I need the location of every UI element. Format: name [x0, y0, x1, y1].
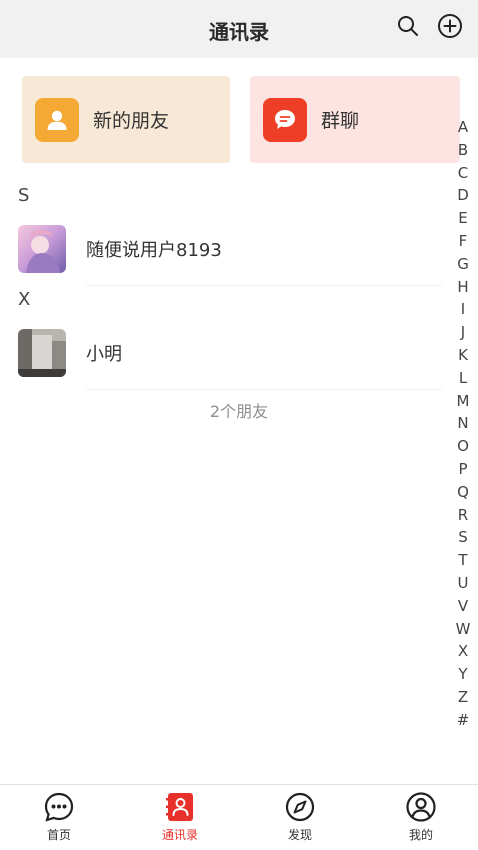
compass-icon [285, 792, 315, 822]
tab-home[interactable]: 首页 [24, 791, 94, 847]
index-letter[interactable]: N [452, 412, 474, 435]
index-letter[interactable]: I [452, 298, 474, 321]
divider [86, 285, 442, 286]
index-letter[interactable]: K [452, 344, 474, 367]
avatar [18, 329, 66, 377]
tab-label: 首页 [46, 828, 71, 842]
index-letter[interactable]: U [452, 572, 474, 595]
search-button[interactable] [394, 12, 422, 40]
index-letter[interactable]: D [452, 184, 474, 207]
index-letter[interactable]: T [452, 549, 474, 572]
index-letter[interactable]: C [452, 162, 474, 185]
index-letter[interactable]: W [452, 618, 474, 641]
index-letter[interactable]: M [452, 390, 474, 413]
group-chat-card[interactable]: 群聊 [250, 76, 460, 163]
index-letter[interactable]: G [452, 253, 474, 276]
index-letter[interactable]: H [452, 276, 474, 299]
index-letter[interactable]: S [452, 526, 474, 549]
person-icon [47, 110, 67, 130]
tab-contacts[interactable]: 通讯录 [145, 791, 215, 847]
index-letter[interactable]: X [452, 640, 474, 663]
index-letter[interactable]: A [452, 116, 474, 139]
index-letter[interactable]: J [452, 321, 474, 344]
section-header-x: X [18, 289, 31, 310]
index-letter[interactable]: Y [452, 663, 474, 686]
tab-label: 我的 [408, 828, 433, 842]
index-letter[interactable]: P [452, 458, 474, 481]
index-letter[interactable]: V [452, 595, 474, 618]
tab-label: 发现 [287, 828, 312, 842]
contact-row[interactable]: 小明 [0, 322, 448, 390]
chat-dots-icon [44, 792, 74, 822]
friend-count: 2个朋友 [209, 402, 269, 421]
contact-name: 随便说用户8193 [86, 240, 222, 261]
tab-discover[interactable]: 发现 [265, 791, 335, 847]
contact-name: 小明 [86, 344, 122, 365]
index-letter[interactable]: R [452, 504, 474, 527]
alphabet-index[interactable]: A B C D E F G H I J K L M N O P Q R S T U V W X Y Z # [452, 116, 474, 732]
new-friends-card[interactable]: 新的朋友 [22, 76, 230, 163]
index-letter[interactable]: E [452, 207, 474, 230]
group-chat-icon-box [263, 97, 307, 142]
avatar [18, 225, 66, 273]
section-header-s: S [18, 185, 30, 206]
index-letter[interactable]: Z [452, 686, 474, 709]
bottom-tab-bar: 首页 通讯录 发现 我的 [0, 784, 478, 850]
index-letter[interactable]: # [452, 709, 474, 732]
chat-bubble-icon [275, 109, 295, 129]
plus-circle-icon [438, 14, 462, 38]
search-icon [398, 16, 418, 36]
index-letter[interactable]: F [452, 230, 474, 253]
new-friends-label: 新的朋友 [93, 110, 170, 132]
tab-profile[interactable]: 我的 [386, 791, 456, 847]
index-letter[interactable]: L [452, 367, 474, 390]
add-button[interactable] [436, 12, 464, 40]
profile-icon [406, 792, 436, 822]
top-bar: 通讯录 [0, 0, 478, 58]
index-letter[interactable]: O [452, 435, 474, 458]
index-letter[interactable]: B [452, 139, 474, 162]
divider [86, 389, 442, 390]
new-friends-icon-box [35, 97, 79, 142]
contact-row[interactable]: 随便说用户8193 [0, 218, 448, 286]
group-chat-label: 群聊 [321, 110, 360, 132]
tab-label: 通讯录 [161, 828, 198, 842]
contacts-book-icon [166, 793, 193, 821]
index-letter[interactable]: Q [452, 481, 474, 504]
